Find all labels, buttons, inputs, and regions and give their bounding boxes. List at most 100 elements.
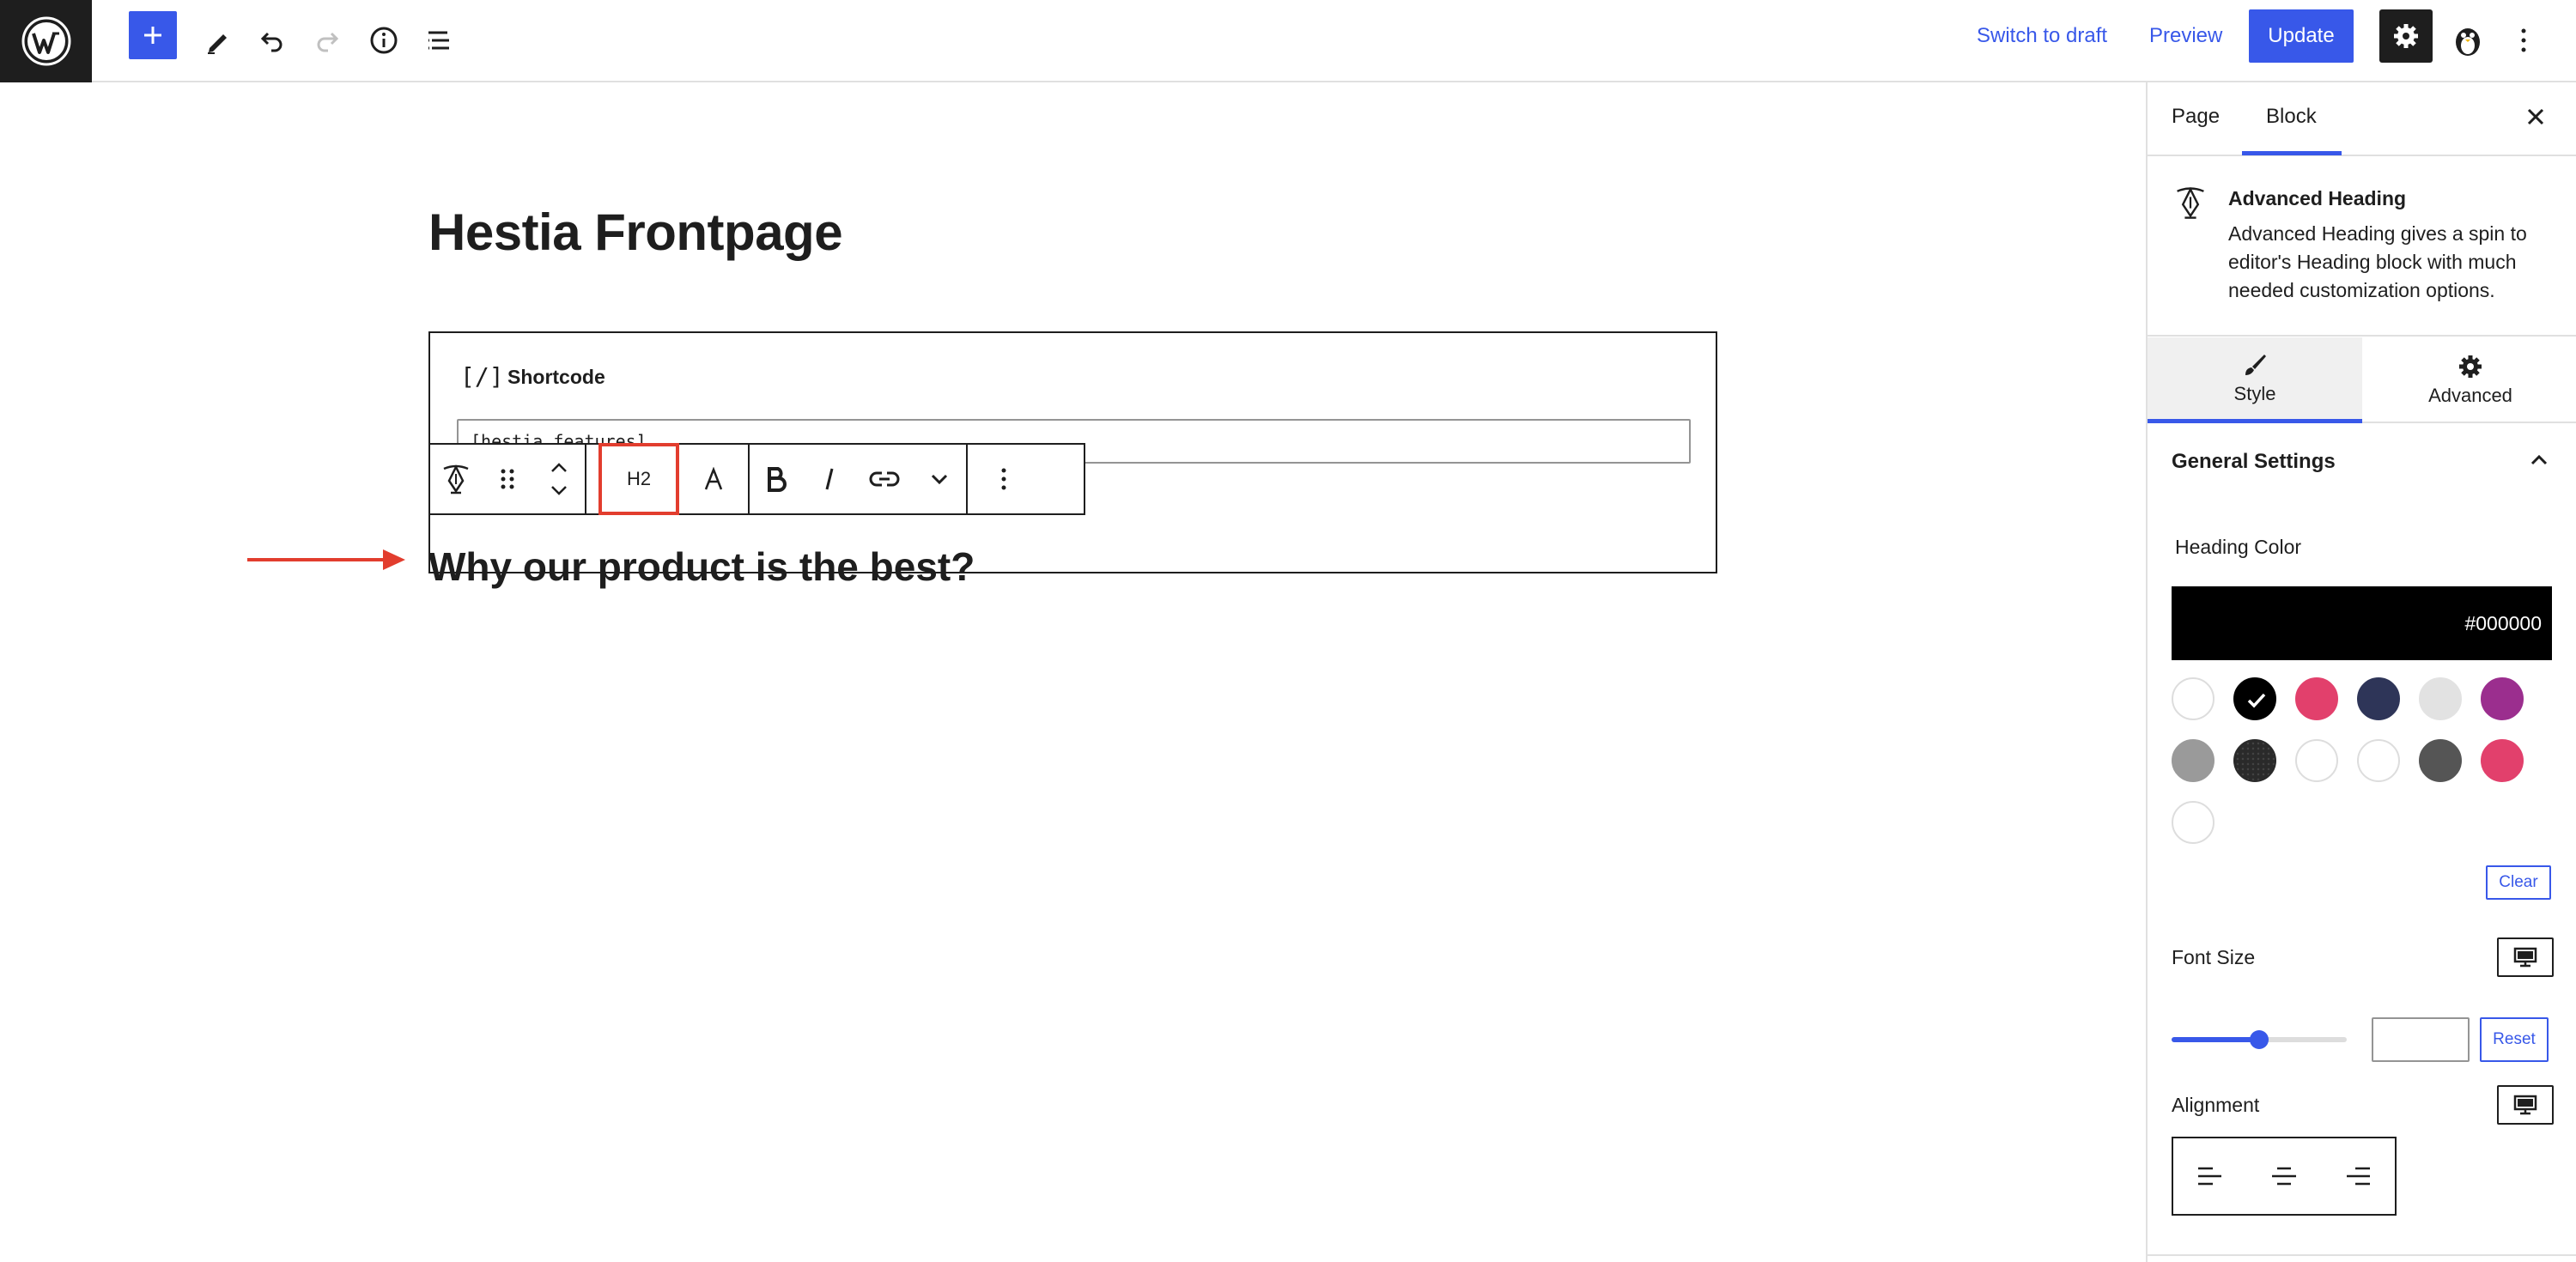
align-center-button[interactable] xyxy=(2247,1138,2321,1214)
plugin-avatar-button[interactable] xyxy=(2443,15,2493,65)
font-size-label: Font Size xyxy=(2172,946,2256,968)
close-sidebar-button[interactable] xyxy=(2525,105,2546,134)
desktop-icon xyxy=(2513,1095,2537,1115)
tab-advanced[interactable]: Advanced xyxy=(2363,337,2576,423)
text-color-button[interactable] xyxy=(679,445,748,513)
italic-icon xyxy=(825,468,834,490)
preview-link[interactable]: Preview xyxy=(2149,24,2222,48)
color-swatch[interactable] xyxy=(2295,739,2338,782)
redo-icon xyxy=(317,32,339,52)
inspector-tabs: Style Advanced xyxy=(2148,337,2576,423)
font-size-slider[interactable] xyxy=(2172,1030,2347,1049)
editor-canvas: Hestia Frontpage [/] Shortcode [hestia_f… xyxy=(0,82,2146,1262)
color-swatch[interactable] xyxy=(2419,677,2462,720)
shortcode-label: Shortcode xyxy=(507,366,605,388)
link-icon xyxy=(869,471,900,487)
advanced-heading-icon xyxy=(443,464,469,494)
heading-color-value[interactable]: #000000 xyxy=(2172,586,2552,660)
bold-icon xyxy=(768,467,787,492)
italic-button[interactable] xyxy=(803,445,856,513)
details-button[interactable] xyxy=(359,15,409,65)
page-title[interactable]: Hestia Frontpage xyxy=(428,203,843,262)
panel-divider xyxy=(2148,1254,2576,1256)
block-toolbar-group-options xyxy=(968,445,1040,513)
block-toolbar-group-mover xyxy=(430,445,586,513)
font-size-reset-button[interactable]: Reset xyxy=(2480,1017,2549,1062)
move-up-down-buttons[interactable] xyxy=(533,445,585,513)
drag-handle-icon xyxy=(501,469,514,489)
pencil-icon xyxy=(208,34,227,54)
info-icon xyxy=(370,27,398,54)
drag-handle[interactable] xyxy=(482,445,533,513)
alignment-label: Alignment xyxy=(2172,1094,2260,1116)
align-right-button[interactable] xyxy=(2321,1138,2395,1214)
font-size-input[interactable] xyxy=(2372,1017,2470,1062)
shortcode-icon: [/] xyxy=(460,362,504,391)
block-toolbar: H2 xyxy=(428,443,1085,515)
active-tab-indicator xyxy=(2242,151,2342,155)
color-swatch[interactable] xyxy=(2481,677,2524,720)
font-size-device-toggle[interactable] xyxy=(2497,937,2554,977)
block-card-description: Advanced Heading gives a spin to editor'… xyxy=(2228,222,2527,301)
advanced-heading-block[interactable]: Why our product is the best? xyxy=(428,543,975,590)
desktop-icon xyxy=(2513,947,2537,968)
chevron-up-icon[interactable] xyxy=(2527,448,2551,472)
chevron-down-icon xyxy=(931,474,948,485)
tab-advanced-label: Advanced xyxy=(2428,385,2512,406)
block-type-button[interactable] xyxy=(430,445,482,513)
bold-button[interactable] xyxy=(750,445,803,513)
editor-top-bar: Switch to draft Preview Update xyxy=(0,0,2576,82)
advanced-heading-icon xyxy=(2172,184,2209,226)
block-toolbar-group-format xyxy=(750,445,968,513)
undo-button[interactable] xyxy=(247,15,297,65)
color-swatch[interactable] xyxy=(2233,677,2276,720)
font-size-slider-fill xyxy=(2172,1037,2259,1042)
plus-icon xyxy=(144,27,161,44)
redo-button[interactable] xyxy=(302,15,352,65)
close-icon xyxy=(2527,108,2544,125)
wordpress-logo-icon[interactable] xyxy=(0,0,92,82)
more-rich-text-controls-button[interactable] xyxy=(913,445,966,513)
settings-sidebar: Page Block Advanced Heading Advanced Hea… xyxy=(2146,82,2576,1262)
align-right-icon xyxy=(2347,1167,2370,1186)
tools-button[interactable] xyxy=(192,15,242,65)
color-swatch[interactable] xyxy=(2172,677,2215,720)
heading-color-hex: #000000 xyxy=(2464,611,2542,634)
list-view-button[interactable] xyxy=(414,15,464,65)
color-swatch[interactable] xyxy=(2233,739,2276,782)
options-menu-button[interactable] xyxy=(2499,15,2549,65)
align-left-button[interactable] xyxy=(2173,1138,2247,1214)
general-settings-toggle[interactable]: General Settings xyxy=(2172,450,2336,474)
settings-button[interactable] xyxy=(2379,9,2433,63)
heading-level-button[interactable]: H2 xyxy=(598,443,679,515)
add-block-button[interactable] xyxy=(129,11,177,59)
font-size-slider-thumb[interactable] xyxy=(2250,1030,2269,1049)
update-button[interactable]: Update xyxy=(2249,9,2354,63)
color-swatch[interactable] xyxy=(2481,739,2524,782)
color-swatch[interactable] xyxy=(2419,739,2462,782)
switch-to-draft-link[interactable]: Switch to draft xyxy=(1977,24,2107,48)
tab-page[interactable]: Page xyxy=(2172,105,2220,129)
clear-color-button[interactable]: Clear xyxy=(2486,865,2551,900)
chevron-up-down-icon xyxy=(551,463,567,495)
tab-style[interactable]: Style xyxy=(2148,337,2362,423)
color-swatch[interactable] xyxy=(2295,677,2338,720)
tab-block[interactable]: Block xyxy=(2266,105,2317,129)
color-swatch[interactable] xyxy=(2172,739,2215,782)
check-icon xyxy=(2247,693,2266,708)
gear-icon xyxy=(2394,24,2418,48)
alignment-device-toggle[interactable] xyxy=(2497,1085,2554,1125)
block-toolbar-group-heading: H2 xyxy=(586,443,750,515)
block-card: Advanced Heading Advanced Heading gives … xyxy=(2148,156,2576,337)
color-swatch[interactable] xyxy=(2357,739,2400,782)
color-swatch[interactable] xyxy=(2357,677,2400,720)
brush-icon xyxy=(2245,354,2266,375)
color-swatch[interactable] xyxy=(2172,801,2215,844)
block-options-button[interactable] xyxy=(968,445,1040,513)
sidebar-tabs: Page Block xyxy=(2148,82,2576,156)
list-view-icon xyxy=(428,31,449,50)
tab-style-label: Style xyxy=(2233,382,2276,404)
block-card-title: Advanced Heading xyxy=(2228,187,2407,209)
text-color-icon xyxy=(704,467,723,490)
link-button[interactable] xyxy=(856,445,913,513)
